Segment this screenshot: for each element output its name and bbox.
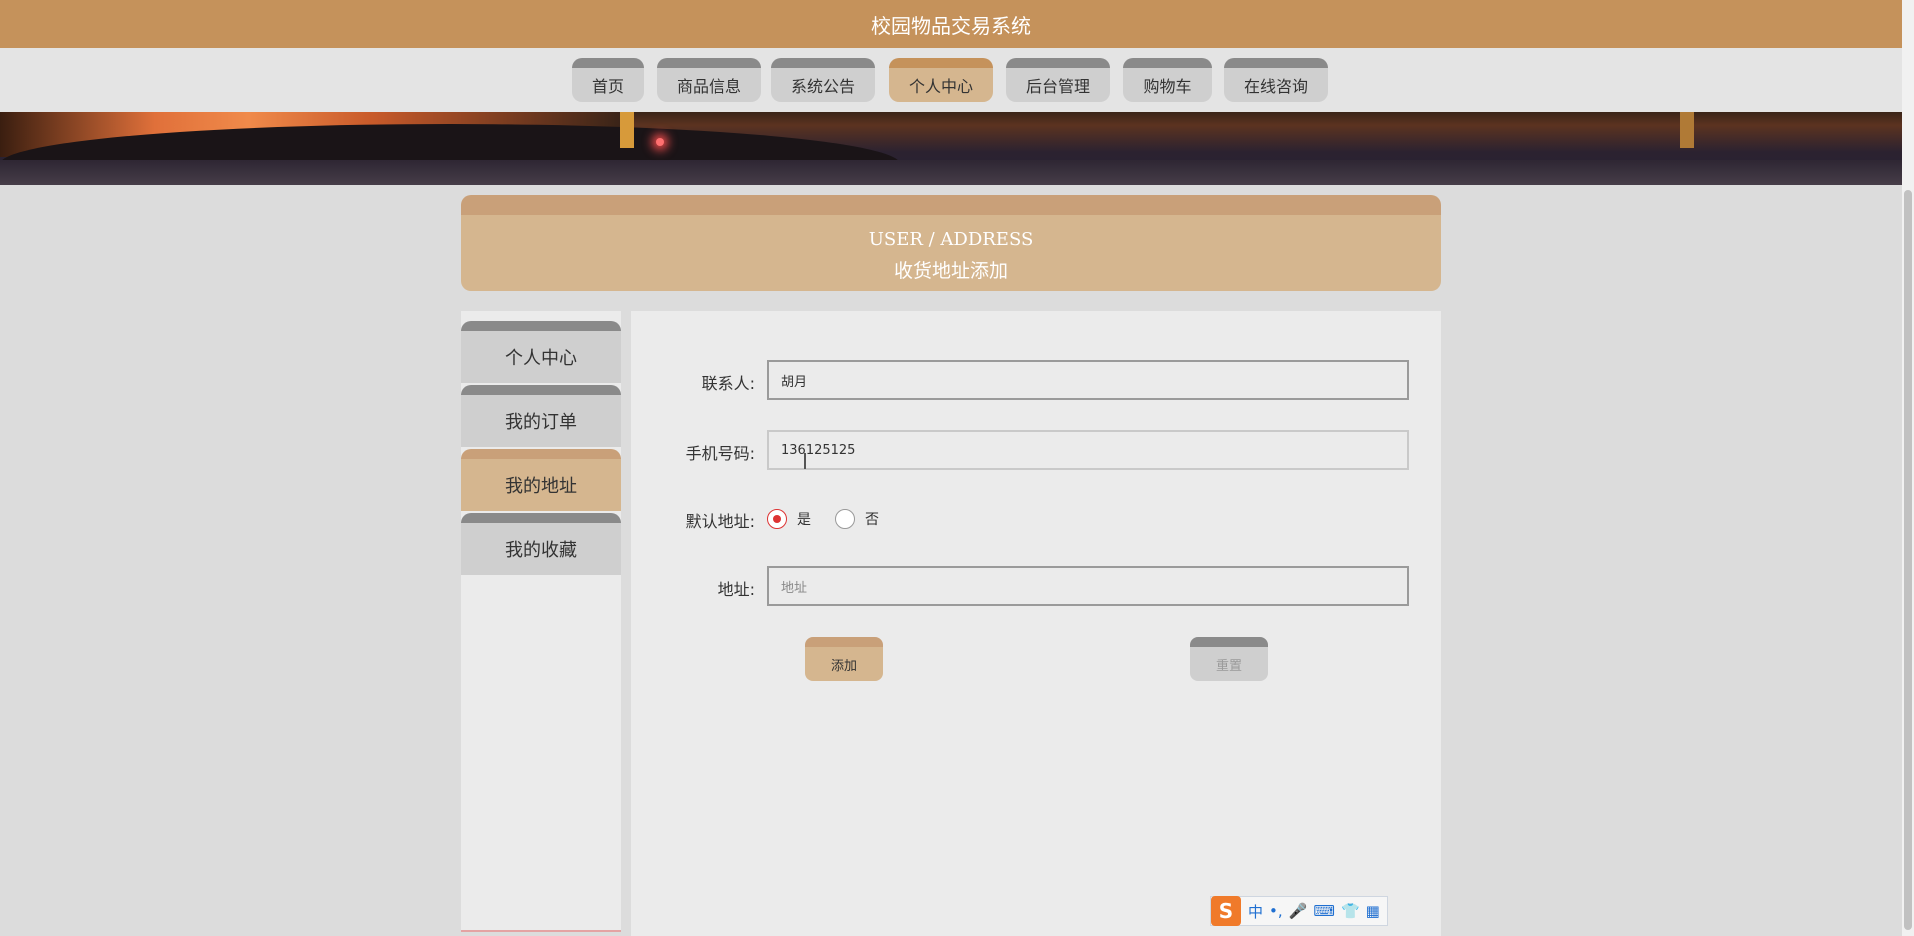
nav-announcements[interactable]: 系统公告 bbox=[771, 58, 875, 102]
default-no-label: 否 bbox=[865, 512, 879, 528]
nav-cart[interactable]: 购物车 bbox=[1123, 58, 1212, 102]
sidebar-item-personal-center[interactable]: 个人中心 bbox=[461, 321, 621, 383]
app-header: 校园物品交易系统 bbox=[0, 0, 1902, 48]
default-no-option[interactable]: 否 bbox=[835, 509, 879, 529]
banner-image bbox=[0, 112, 1902, 185]
keyboard-icon[interactable]: ⌨ bbox=[1313, 902, 1335, 920]
nav-products-label: 商品信息 bbox=[676, 77, 741, 96]
contact-input[interactable]: 胡月 bbox=[767, 360, 1409, 400]
banner-road bbox=[0, 160, 1902, 185]
ime-toolbar[interactable]: S 中 •, 🎤 ⌨ 👕 ▦ bbox=[1210, 896, 1388, 926]
sidebar-item-favorites[interactable]: 我的收藏 bbox=[461, 513, 621, 575]
skin-icon[interactable]: 👕 bbox=[1341, 902, 1360, 920]
page-heading: USER / ADDRESS 收货地址添加 bbox=[461, 195, 1441, 291]
nav-online-consult-label: 在线咨询 bbox=[1243, 77, 1308, 96]
nav-home-label: 首页 bbox=[591, 77, 624, 96]
sidebar: 个人中心 我的订单 我的地址 我的收藏 bbox=[461, 311, 621, 932]
contact-input-value: 胡月 bbox=[781, 374, 808, 390]
text-cursor bbox=[804, 453, 806, 469]
banner-pillar bbox=[620, 112, 634, 148]
nav-cart-label: 购物车 bbox=[1143, 77, 1192, 96]
page-scrollbar[interactable] bbox=[1902, 0, 1914, 936]
phone-input-value: 136125125 bbox=[781, 442, 856, 458]
nav-announcements-label: 系统公告 bbox=[790, 77, 855, 96]
address-label: 地址: bbox=[717, 580, 755, 599]
add-button-label: 添加 bbox=[830, 658, 857, 674]
page-heading-en: USER / ADDRESS bbox=[868, 229, 1034, 250]
banner-pillar-right bbox=[1680, 112, 1694, 148]
nav-online-consult[interactable]: 在线咨询 bbox=[1224, 58, 1328, 102]
reset-button[interactable]: 重置 bbox=[1190, 637, 1268, 681]
phone-input[interactable]: 136125125 bbox=[767, 430, 1409, 470]
default-yes-radio[interactable] bbox=[767, 509, 787, 529]
ime-punct[interactable]: •, bbox=[1269, 902, 1283, 920]
nav-home[interactable]: 首页 bbox=[572, 58, 644, 102]
mic-icon[interactable]: 🎤 bbox=[1289, 902, 1308, 920]
sogou-logo-icon: S bbox=[1211, 896, 1241, 926]
nav-personal-center-label: 个人中心 bbox=[908, 77, 973, 96]
nav-products[interactable]: 商品信息 bbox=[657, 58, 761, 102]
page-heading-cn: 收货地址添加 bbox=[893, 260, 1008, 282]
nav-personal-center[interactable]: 个人中心 bbox=[889, 58, 993, 102]
reset-button-label: 重置 bbox=[1215, 658, 1242, 674]
sidebar-item-label: 我的订单 bbox=[505, 412, 577, 433]
sidebar-item-address[interactable]: 我的地址 bbox=[461, 449, 621, 511]
phone-label: 手机号码: bbox=[685, 444, 755, 463]
default-yes-option[interactable]: 是 bbox=[767, 509, 811, 529]
grid-menu-icon[interactable]: ▦ bbox=[1366, 902, 1380, 920]
app-title: 校园物品交易系统 bbox=[871, 13, 1031, 38]
sidebar-item-label: 个人中心 bbox=[505, 348, 577, 369]
sidebar-item-label: 我的地址 bbox=[505, 476, 577, 497]
scrollbar-thumb[interactable] bbox=[1904, 190, 1912, 930]
default-yes-label: 是 bbox=[797, 512, 811, 528]
ime-mode[interactable]: 中 bbox=[1248, 901, 1263, 922]
default-address-label: 默认地址: bbox=[685, 512, 755, 531]
contact-label: 联系人: bbox=[701, 374, 755, 393]
address-form: 联系人: 胡月 手机号码: 136125125 默认地址: 是 否 地址: 地址… bbox=[631, 311, 1441, 936]
address-input-placeholder: 地址 bbox=[781, 580, 808, 596]
nav-admin-label: 后台管理 bbox=[1025, 77, 1090, 96]
address-input[interactable]: 地址 bbox=[767, 566, 1409, 606]
top-nav: 首页 商品信息 系统公告 个人中心 后台管理 购物车 在线咨询 bbox=[0, 48, 1902, 112]
nav-admin[interactable]: 后台管理 bbox=[1006, 58, 1110, 102]
sidebar-item-label: 我的收藏 bbox=[505, 540, 577, 561]
add-button[interactable]: 添加 bbox=[805, 637, 883, 681]
default-no-radio[interactable] bbox=[835, 509, 855, 529]
banner-light bbox=[656, 138, 664, 146]
sidebar-item-orders[interactable]: 我的订单 bbox=[461, 385, 621, 447]
